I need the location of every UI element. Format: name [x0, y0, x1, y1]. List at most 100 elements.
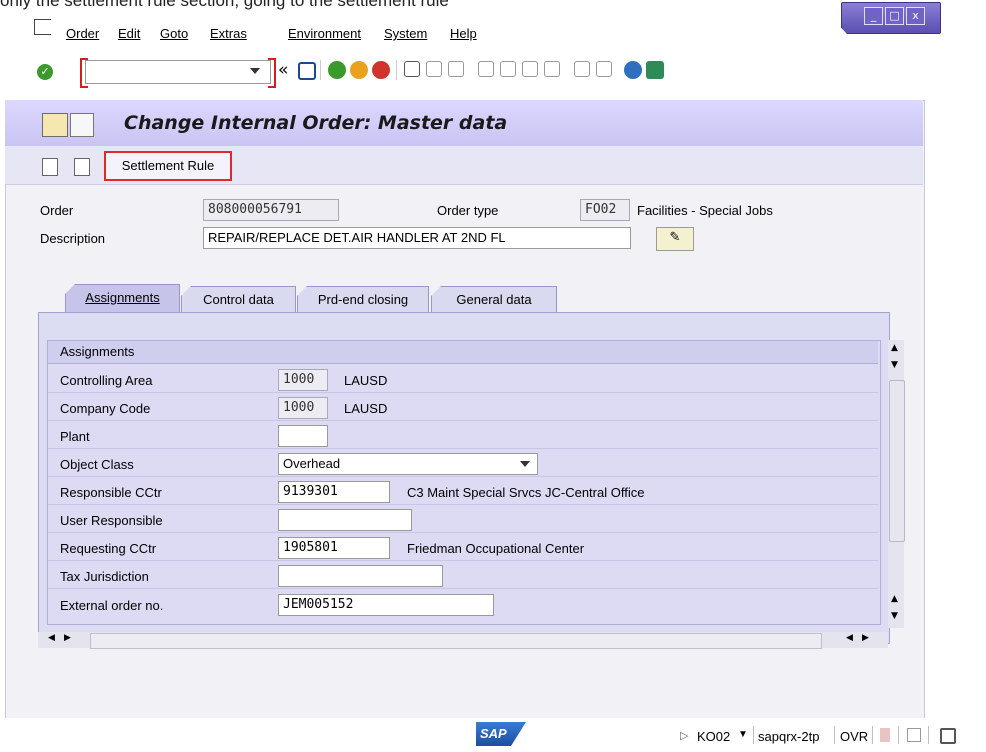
scroll-right-icon[interactable]: ▶: [64, 633, 71, 643]
next-page-icon[interactable]: [522, 61, 538, 77]
last-page-icon[interactable]: [544, 61, 560, 77]
highlight-bracket-left: [80, 58, 88, 88]
description-label: Description: [40, 231, 106, 246]
scroll-left-icon[interactable]: ◀: [846, 633, 853, 643]
long-text-icon[interactable]: ✎: [656, 227, 694, 251]
order-type-label: Order type: [437, 203, 499, 218]
page-title: Change Internal Order: Master data: [124, 112, 508, 134]
chevron-down-icon[interactable]: [250, 68, 260, 74]
menu-edit[interactable]: Edit: [118, 26, 140, 41]
scroll-left-icon[interactable]: ◀: [48, 633, 55, 643]
status-separator: [872, 726, 873, 744]
layout-icon[interactable]: [646, 61, 664, 79]
save-icon[interactable]: [298, 62, 316, 80]
menu-bar: [0, 14, 986, 48]
tax-jurisdiction-field[interactable]: [278, 565, 443, 587]
row-divider: [48, 392, 878, 421]
tab-general-data[interactable]: General data: [431, 286, 557, 313]
menu-bar-icon[interactable]: [42, 113, 68, 137]
enter-check-icon[interactable]: ✓: [37, 64, 53, 80]
command-field[interactable]: [85, 60, 271, 84]
company-code-label: Company Code: [60, 401, 151, 416]
command-input[interactable]: [86, 61, 240, 81]
responsible-cctr-label: Responsible CCtr: [60, 485, 162, 500]
object-class-select[interactable]: Overhead: [278, 453, 538, 475]
object-class-label: Object Class: [60, 457, 134, 472]
scroll-down-icon[interactable]: ▼: [891, 611, 898, 621]
shortcut-icon[interactable]: [596, 61, 612, 77]
requesting-cctr-desc: Friedman Occupational Center: [407, 541, 585, 556]
server-name: sapqrx-2tp: [758, 729, 820, 744]
scroll-up-icon[interactable]: ▲: [891, 343, 898, 353]
row-divider: [48, 364, 878, 393]
company-code-field: 1000: [278, 397, 328, 419]
help-icon[interactable]: [624, 61, 642, 79]
cancel-icon[interactable]: [372, 61, 390, 79]
plant-label: Plant: [60, 429, 90, 444]
caption-text: only the settlement rule section, going …: [0, 0, 449, 10]
row-divider: [48, 420, 878, 449]
tab-control-data[interactable]: Control data: [181, 286, 296, 313]
settlement-rule-button[interactable]: Settlement Rule: [104, 151, 232, 181]
menu-goto[interactable]: Goto: [160, 26, 188, 41]
status-separator: [753, 726, 754, 744]
connection-icon: [880, 728, 890, 742]
scroll-thumb[interactable]: [90, 633, 822, 649]
edit-document-icon[interactable]: [74, 158, 90, 176]
history-icon[interactable]: «: [278, 60, 288, 80]
tab-prd-end-closing[interactable]: Prd-end closing: [297, 286, 429, 313]
new-session-icon[interactable]: [574, 61, 590, 77]
close-icon[interactable]: x: [906, 7, 925, 25]
layout-icon[interactable]: [907, 728, 921, 742]
external-order-label: External order no.: [60, 598, 164, 613]
controlling-area-desc: LAUSD: [344, 373, 388, 388]
menu-system[interactable]: System: [384, 26, 427, 41]
scroll-up-icon[interactable]: ▲: [891, 594, 898, 604]
toolbar-separator: [396, 60, 397, 80]
chevron-down-icon[interactable]: ▼: [738, 729, 748, 740]
chevron-down-icon[interactable]: [520, 461, 530, 467]
description-field[interactable]: REPAIR/REPLACE DET.AIR HANDLER AT 2ND FL: [203, 227, 631, 249]
controlling-area-label: Controlling Area: [60, 373, 153, 388]
external-order-field[interactable]: JEM005152: [278, 594, 494, 616]
menu-order[interactable]: Order: [66, 26, 99, 41]
menu-environment[interactable]: Environment: [288, 26, 361, 41]
previous-page-icon[interactable]: [500, 61, 516, 77]
find-next-icon[interactable]: [448, 61, 464, 77]
minimize-icon[interactable]: _: [864, 7, 883, 25]
print-icon[interactable]: [404, 61, 420, 77]
status-toggle-icon[interactable]: ▷: [680, 729, 688, 742]
responsible-cctr-desc: C3 Maint Special Srvcs JC-Central Office: [407, 485, 645, 500]
row-divider: [48, 504, 878, 533]
controlling-area-field: 1000: [278, 369, 328, 391]
back-icon[interactable]: [328, 61, 346, 79]
first-page-icon[interactable]: [478, 61, 494, 77]
row-divider: [48, 560, 878, 589]
menu-extras[interactable]: Extras: [210, 26, 247, 41]
scroll-thumb[interactable]: [889, 380, 905, 542]
responsible-cctr-field[interactable]: 9139301: [278, 481, 390, 503]
toolbar-separator: [320, 60, 321, 80]
user-responsible-field[interactable]: [278, 509, 412, 531]
order-label: Order: [40, 203, 74, 218]
requesting-cctr-label: Requesting CCtr: [60, 541, 157, 556]
order-type-description: Facilities - Special Jobs: [637, 203, 773, 218]
tab-assignments[interactable]: Assignments: [65, 284, 180, 313]
maximize-icon[interactable]: □: [885, 7, 904, 25]
scroll-down-icon[interactable]: ▼: [891, 360, 898, 370]
group-title: Assignments: [60, 344, 135, 359]
company-code-desc: LAUSD: [344, 401, 388, 416]
menu-help[interactable]: Help: [450, 26, 477, 41]
exit-icon[interactable]: [350, 61, 368, 79]
document-arrow-icon[interactable]: [42, 158, 58, 176]
find-icon[interactable]: [426, 61, 442, 77]
scroll-right-icon[interactable]: ▶: [862, 633, 869, 643]
group-header: [48, 341, 878, 364]
menu-icon[interactable]: [34, 19, 51, 35]
requesting-cctr-field[interactable]: 1905801: [278, 537, 390, 559]
lock-icon[interactable]: [940, 728, 956, 744]
order-field: 808000056791: [203, 199, 339, 221]
highlight-bracket-right: [268, 58, 276, 88]
plant-field[interactable]: [278, 425, 328, 447]
chevron-down-icon[interactable]: [70, 113, 94, 137]
